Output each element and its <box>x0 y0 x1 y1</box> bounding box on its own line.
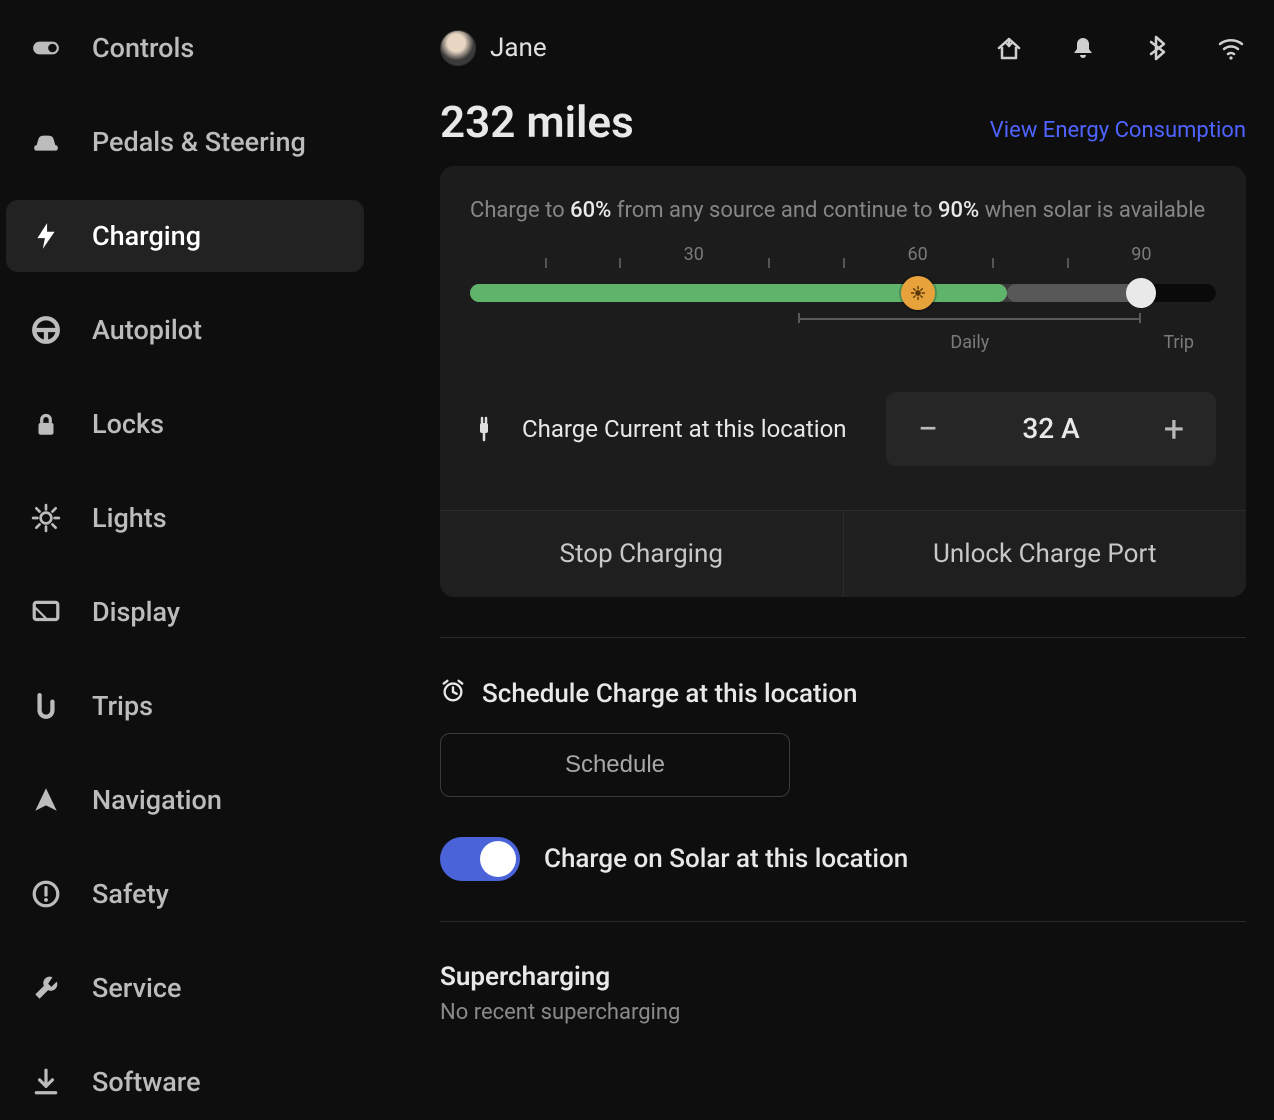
safety-icon <box>28 876 64 912</box>
sidebar-item-navigation[interactable]: Navigation <box>6 764 364 836</box>
tick-label: 90 <box>1131 244 1151 265</box>
sidebar-item-label: Lights <box>92 502 167 534</box>
card-actions: Stop Charging Unlock Charge Port <box>440 510 1246 597</box>
sidebar-item-lights[interactable]: Lights <box>6 482 364 554</box>
view-energy-link[interactable]: View Energy Consumption <box>990 118 1246 143</box>
unlock-charge-port-button[interactable]: Unlock Charge Port <box>843 511 1247 597</box>
solar-toggle-label: Charge on Solar at this location <box>544 844 908 874</box>
supercharging-section: Supercharging No recent supercharging <box>440 962 1246 1025</box>
top-bar: Jane <box>440 30 1246 66</box>
slider-ticks: 30 60 90 <box>470 248 1216 282</box>
display-icon <box>28 594 64 630</box>
plug-icon <box>470 415 498 443</box>
schedule-button[interactable]: Schedule <box>440 733 790 797</box>
trip-label: Trip <box>1163 332 1194 353</box>
schedule-title: Schedule Charge at this location <box>482 679 858 709</box>
sidebar-item-controls[interactable]: Controls <box>6 22 364 84</box>
sidebar-item-label: Controls <box>92 32 194 64</box>
sidebar-item-trips[interactable]: Trips <box>6 670 364 742</box>
bell-icon[interactable] <box>1068 33 1098 63</box>
lock-icon <box>28 406 64 442</box>
profile[interactable]: Jane <box>440 30 547 66</box>
avatar <box>440 30 476 66</box>
home-icon[interactable] <box>994 33 1024 63</box>
sidebar-item-label: Service <box>92 972 181 1004</box>
divider <box>440 921 1246 922</box>
wrench-icon <box>28 970 64 1006</box>
profile-name: Jane <box>490 33 547 63</box>
sidebar-item-display[interactable]: Display <box>6 576 364 648</box>
charge-limit-text: Charge to 60% from any source and contin… <box>470 196 1216 226</box>
toggle-knob <box>480 841 516 877</box>
tick-label: 60 <box>907 244 927 265</box>
decrease-current-button[interactable]: − <box>908 408 948 450</box>
trips-icon <box>28 688 64 724</box>
status-icons <box>994 33 1246 63</box>
supercharging-subtitle: No recent supercharging <box>440 1000 1246 1025</box>
bluetooth-icon[interactable] <box>1142 33 1172 63</box>
increase-current-button[interactable]: + <box>1154 408 1194 450</box>
navigation-icon <box>28 782 64 818</box>
charge-card: Charge to 60% from any source and contin… <box>440 166 1246 597</box>
charge-current-value: 32 A <box>1022 412 1079 445</box>
divider <box>440 637 1246 638</box>
supercharging-title: Supercharging <box>440 962 1246 992</box>
sidebar-item-label: Software <box>92 1066 201 1098</box>
range-value: 232 miles <box>440 96 634 148</box>
sidebar-item-software[interactable]: Software <box>6 1046 364 1118</box>
charge-current-label: Charge Current at this location <box>522 414 862 444</box>
sidebar-item-label: Navigation <box>92 784 222 816</box>
sidebar-item-charging[interactable]: Charging <box>6 200 364 272</box>
charge-limit-handle[interactable] <box>1126 278 1156 308</box>
steering-wheel-icon <box>28 312 64 348</box>
sidebar-item-label: Charging <box>92 220 201 252</box>
sidebar-item-label: Pedals & Steering <box>92 126 306 158</box>
download-icon <box>28 1064 64 1100</box>
sidebar-item-safety[interactable]: Safety <box>6 858 364 930</box>
car-icon <box>28 124 64 160</box>
wifi-icon[interactable] <box>1216 33 1246 63</box>
sidebar-item-autopilot[interactable]: Autopilot <box>6 294 364 366</box>
sidebar-item-label: Display <box>92 596 180 628</box>
sidebar-item-label: Trips <box>92 690 153 722</box>
charge-limit-slider[interactable] <box>470 284 1216 302</box>
toggle-icon <box>28 30 64 66</box>
stop-charging-button[interactable]: Stop Charging <box>440 511 843 597</box>
alarm-icon <box>440 678 466 711</box>
bolt-icon <box>28 218 64 254</box>
sidebar: Controls Pedals & Steering Charging Auto… <box>0 0 370 1120</box>
sidebar-item-service[interactable]: Service <box>6 952 364 1024</box>
sidebar-item-label: Autopilot <box>92 314 202 346</box>
solar-toggle[interactable] <box>440 837 520 881</box>
charge-current-row: Charge Current at this location − 32 A + <box>470 392 1216 466</box>
lights-icon <box>28 500 64 536</box>
sidebar-item-label: Locks <box>92 408 164 440</box>
main-content: Jane 232 miles View Energy Consumption C… <box>370 0 1274 1120</box>
tick-label: 30 <box>684 244 704 265</box>
solar-toggle-row: Charge on Solar at this location <box>440 837 1246 881</box>
schedule-header: Schedule Charge at this location <box>440 678 1246 711</box>
solar-start-handle[interactable] <box>901 276 935 310</box>
charge-current-stepper: − 32 A + <box>886 392 1216 466</box>
slider-range-labels: Daily Trip <box>470 318 1216 358</box>
sidebar-item-pedals[interactable]: Pedals & Steering <box>6 106 364 178</box>
sidebar-item-label: Safety <box>92 878 169 910</box>
sidebar-item-locks[interactable]: Locks <box>6 388 364 460</box>
daily-label: Daily <box>950 332 989 353</box>
